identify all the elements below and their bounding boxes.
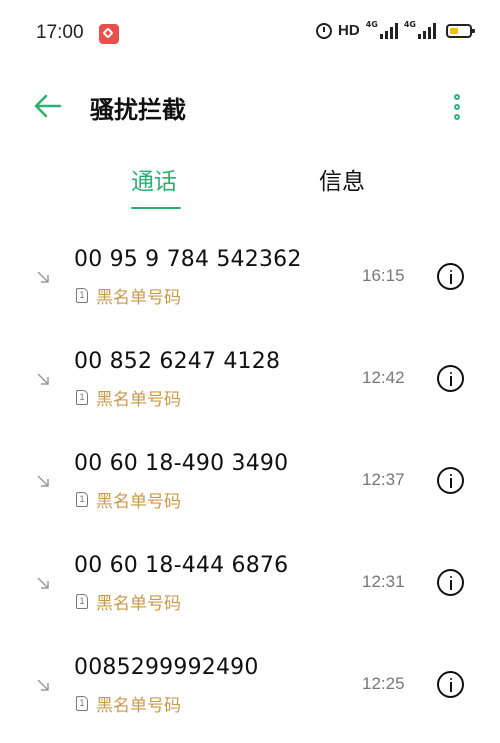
sim-card-icon: 1	[76, 492, 88, 507]
call-row[interactable]: 00 95 9 784 542362 1 黑名单号码 16:15	[0, 233, 500, 335]
page-title: 骚扰拦截	[90, 96, 186, 124]
info-icon[interactable]	[437, 569, 464, 596]
status-icons: HD 4G 4G	[316, 20, 475, 39]
status-time: 17:00	[36, 22, 84, 43]
blacklist-tag: 黑名单号码	[96, 288, 181, 308]
incoming-call-icon	[36, 473, 50, 487]
caller-number: 00 60 18-444 6876	[74, 553, 289, 578]
call-time: 12:37	[362, 470, 405, 489]
info-icon[interactable]	[437, 263, 464, 290]
blocked-call-list: 00 95 9 784 542362 1 黑名单号码 16:15 00 852 …	[0, 233, 500, 743]
sim-card-icon: 1	[76, 288, 88, 303]
caller-number: 00 95 9 784 542362	[74, 247, 302, 272]
call-tag-line: 1 黑名单号码	[76, 589, 181, 614]
network-type-label: 4G	[365, 20, 378, 29]
incoming-call-icon	[36, 269, 50, 283]
incoming-call-icon	[36, 371, 50, 385]
call-time: 12:42	[362, 368, 405, 387]
blacklist-tag: 黑名单号码	[96, 390, 181, 410]
info-icon[interactable]	[437, 467, 464, 494]
signal-icon	[379, 22, 398, 39]
alarm-icon	[316, 22, 333, 39]
info-icon[interactable]	[437, 671, 464, 698]
call-time: 16:15	[362, 266, 405, 285]
caller-number: 0085299992490	[74, 655, 259, 680]
hd-label: HD	[338, 22, 360, 39]
call-tag-line: 1 黑名单号码	[76, 691, 181, 716]
arrow-left-icon[interactable]	[32, 92, 62, 120]
call-row[interactable]: 00 60 18-490 3490 1 黑名单号码 12:37	[0, 437, 500, 539]
call-tag-line: 1 黑名单号码	[76, 283, 181, 308]
status-bar: 17:00 HD 4G 4G	[0, 0, 500, 68]
battery-icon	[446, 23, 475, 38]
blacklist-tag: 黑名单号码	[96, 492, 181, 512]
signal-icon-2	[418, 22, 436, 39]
call-tag-line: 1 黑名单号码	[76, 487, 181, 512]
sim-card-icon: 1	[76, 594, 88, 609]
more-vertical-icon[interactable]	[448, 92, 468, 120]
tab-indicator	[131, 207, 181, 209]
blacklist-tag: 黑名单号码	[96, 696, 181, 716]
call-row[interactable]: 00 60 18-444 6876 1 黑名单号码 12:31	[0, 539, 500, 641]
tab-messages[interactable]: 信息	[319, 162, 365, 196]
app-notification-icon	[99, 24, 119, 44]
tab-calls[interactable]: 通话	[131, 162, 177, 196]
incoming-call-icon	[36, 677, 50, 691]
caller-number: 00 60 18-490 3490	[74, 451, 289, 476]
call-time: 12:31	[362, 572, 405, 591]
call-tag-line: 1 黑名单号码	[76, 385, 181, 410]
app-bar: 骚扰拦截	[0, 80, 500, 132]
call-time: 12:25	[362, 674, 405, 693]
call-row[interactable]: 00 852 6247 4128 1 黑名单号码 12:42	[0, 335, 500, 437]
blacklist-tag: 黑名单号码	[96, 594, 181, 614]
info-icon[interactable]	[437, 365, 464, 392]
tab-bar: 通话 信息	[0, 152, 500, 216]
sim-card-icon: 1	[76, 696, 88, 711]
call-row[interactable]: 0085299992490 1 黑名单号码 12:25	[0, 641, 500, 743]
incoming-call-icon	[36, 575, 50, 589]
network-type-label-2: 4G	[403, 20, 416, 29]
caller-number: 00 852 6247 4128	[74, 349, 281, 374]
sim-card-icon: 1	[76, 390, 88, 405]
